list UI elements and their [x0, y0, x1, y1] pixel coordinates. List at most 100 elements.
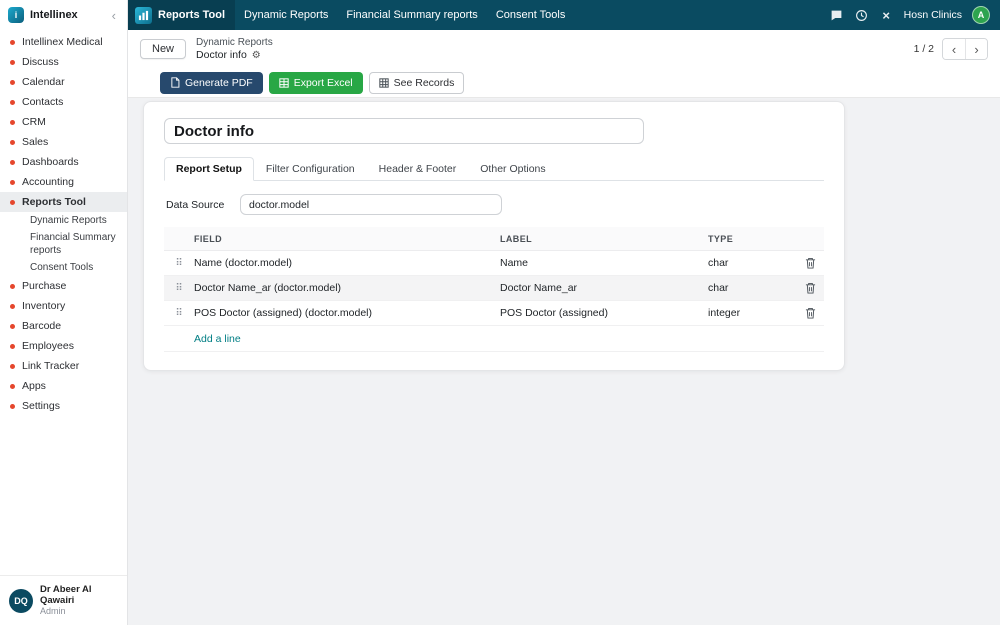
type-cell: char — [708, 257, 729, 269]
export-excel-button[interactable]: Export Excel — [268, 71, 363, 94]
new-button[interactable]: New — [140, 39, 187, 59]
column-header-type: TYPE — [708, 233, 734, 244]
sidebar-item-label: Reports Tool — [22, 196, 86, 208]
sidebar-item-label: Purchase — [22, 280, 67, 292]
sidebar-item-label: CRM — [22, 116, 46, 128]
see-records-button[interactable]: See Records — [368, 71, 465, 94]
pager-next-icon[interactable]: › — [965, 39, 987, 59]
sidebar-item-label: Barcode — [22, 320, 62, 332]
sidebar-item-sales[interactable]: Sales — [0, 132, 127, 152]
clock-icon[interactable] — [854, 8, 869, 23]
sidebar-item-label: Accounting — [22, 176, 74, 188]
add-a-line-link[interactable]: Add a line — [164, 326, 824, 352]
company-name[interactable]: Hosn Clinics — [904, 9, 962, 21]
form-card: Report Setup Filter Configuration Header… — [143, 101, 845, 371]
bullet-icon — [10, 99, 15, 105]
data-source-label: Data Source — [166, 198, 225, 211]
app-logo-icon — [135, 6, 152, 24]
sidebar-item-barcode[interactable]: Barcode — [0, 316, 127, 336]
sidebar-item-dashboards[interactable]: Dashboards — [0, 152, 127, 172]
nav-app-reports-tool[interactable]: Reports Tool — [128, 0, 236, 30]
sidebar-item-label: Intellinex Medical — [22, 36, 103, 48]
tab-filter-configuration[interactable]: Filter Configuration — [254, 157, 367, 181]
bullet-icon — [10, 179, 15, 185]
sidebar-item-discuss[interactable]: Discuss — [0, 52, 127, 72]
sidebar-item-label: Settings — [22, 400, 60, 412]
delete-row-icon[interactable] — [796, 282, 824, 294]
sidebar-item-label: Employees — [22, 340, 74, 352]
fields-table: FIELD LABEL TYPE ⠿ Name (doctor.model) N… — [164, 227, 824, 352]
sidebar-item-label: Dashboards — [22, 156, 79, 168]
tab-header-footer[interactable]: Header & Footer — [367, 157, 469, 181]
breadcrumb-parent[interactable]: Dynamic Reports — [196, 37, 273, 49]
excel-table-icon — [279, 77, 289, 88]
sidebar-item-label: Inventory — [22, 300, 66, 312]
type-cell: char — [708, 282, 729, 294]
nav-item-consent-tools[interactable]: Consent Tools — [487, 0, 575, 30]
sidebar-item-reports-tool[interactable]: Reports Tool — [0, 192, 127, 212]
data-source-input[interactable] — [240, 194, 502, 215]
sidebar-item-employees[interactable]: Employees — [0, 336, 127, 356]
sidebar-item-crm[interactable]: CRM — [0, 112, 127, 132]
bullet-icon — [10, 383, 15, 389]
settings-gear-icon[interactable]: ⚙ — [252, 49, 261, 62]
sidebar-item-contacts[interactable]: Contacts — [0, 92, 127, 112]
tab-report-setup[interactable]: Report Setup — [164, 157, 254, 181]
sidebar-item-label: Sales — [22, 136, 49, 148]
drag-handle-icon[interactable]: ⠿ — [164, 308, 194, 319]
pager-prev-icon[interactable]: ‹ — [943, 39, 965, 59]
breadcrumb: Dynamic Reports Doctor info ⚙ — [196, 37, 273, 62]
brand-name: Intellinex — [30, 9, 78, 21]
tab-other-options[interactable]: Other Options — [468, 157, 557, 181]
sidebar-item-purchase[interactable]: Purchase — [0, 276, 127, 296]
sidebar-subitem-financial-summary-reports[interactable]: Financial Summary reports — [0, 229, 127, 259]
bullet-icon — [10, 79, 15, 85]
table-row[interactable]: ⠿ POS Doctor (assigned) (doctor.model) P… — [164, 301, 824, 326]
bullet-icon — [10, 199, 15, 205]
sidebar-item-label: Link Tracker — [22, 360, 80, 372]
pdf-file-icon — [170, 77, 180, 88]
sidebar-item-label: Discuss — [22, 56, 59, 68]
bullet-icon — [10, 139, 15, 145]
sidebar-user[interactable]: DQ Dr Abeer Al Qawairi Admin — [0, 575, 127, 625]
sidebar-item-label: Contacts — [22, 96, 64, 108]
delete-row-icon[interactable] — [796, 307, 824, 319]
sidebar-item-intellinex-medical[interactable]: Intellinex Medical — [0, 32, 127, 52]
delete-row-icon[interactable] — [796, 257, 824, 269]
sidebar-item-calendar[interactable]: Calendar — [0, 72, 127, 92]
topbar-avatar[interactable]: A — [972, 6, 990, 24]
sidebar-subitem-consent-tools[interactable]: Consent Tools — [0, 259, 127, 276]
generate-pdf-button[interactable]: Generate PDF — [160, 71, 263, 94]
action-button-band: Generate PDF Export Excel See Records — [128, 68, 1000, 98]
sidebar-item-accounting[interactable]: Accounting — [0, 172, 127, 192]
bullet-icon — [10, 283, 15, 289]
column-header-field: FIELD — [194, 233, 222, 244]
sidebar: i Intellinex ‹ Intellinex Medical Discus… — [0, 0, 128, 625]
sidebar-item-settings[interactable]: Settings — [0, 396, 127, 416]
table-row[interactable]: ⠿ Doctor Name_ar (doctor.model) Doctor N… — [164, 276, 824, 301]
sidebar-item-inventory[interactable]: Inventory — [0, 296, 127, 316]
top-navbar: Reports Tool Dynamic Reports Financial S… — [128, 0, 1000, 30]
sidebar-header: i Intellinex ‹ — [0, 0, 127, 29]
label-cell: Doctor Name_ar — [500, 282, 578, 294]
column-header-label: LABEL — [500, 233, 532, 244]
data-source-row: Data Source — [164, 194, 824, 215]
nav-app-label: Reports Tool — [158, 9, 226, 21]
bullet-icon — [10, 343, 15, 349]
nav-item-financial-summary-reports[interactable]: Financial Summary reports — [337, 0, 486, 30]
drag-handle-icon[interactable]: ⠿ — [164, 258, 194, 269]
sidebar-item-link-tracker[interactable]: Link Tracker — [0, 356, 127, 376]
chat-icon[interactable] — [829, 8, 844, 23]
report-title-input[interactable] — [164, 118, 644, 144]
table-header-row: FIELD LABEL TYPE — [164, 227, 824, 251]
sidebar-item-apps[interactable]: Apps — [0, 376, 127, 396]
sidebar-collapse-icon[interactable]: ‹ — [109, 9, 119, 22]
close-icon[interactable]: × — [879, 8, 894, 23]
user-name: Dr Abeer Al Qawairi — [40, 584, 92, 606]
nav-item-dynamic-reports[interactable]: Dynamic Reports — [235, 0, 337, 30]
drag-handle-icon[interactable]: ⠿ — [164, 283, 194, 294]
table-row[interactable]: ⠿ Name (doctor.model) Name char — [164, 251, 824, 276]
pager-count: 1 / 2 — [913, 43, 934, 55]
sidebar-subitem-dynamic-reports[interactable]: Dynamic Reports — [0, 212, 127, 229]
bullet-icon — [10, 403, 15, 409]
